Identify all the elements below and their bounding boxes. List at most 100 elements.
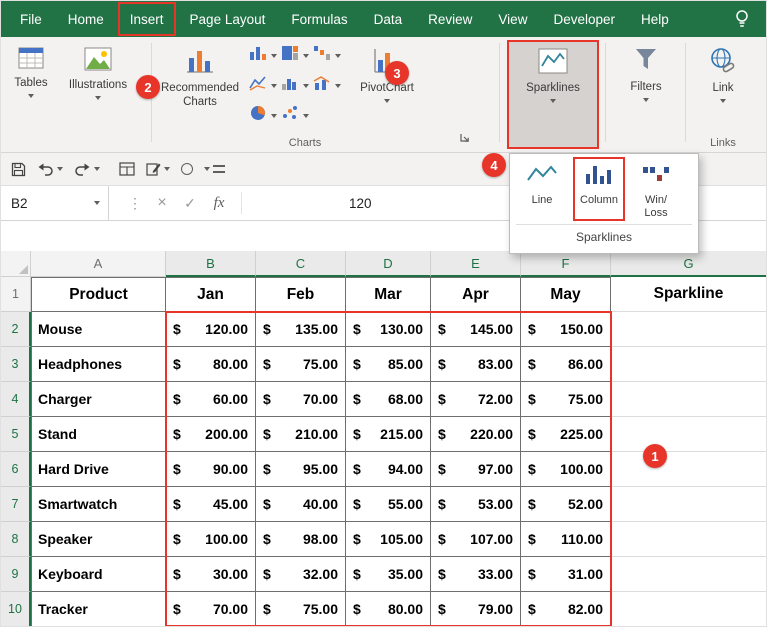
sparkline-cell[interactable]: [611, 522, 766, 557]
row-number[interactable]: 9: [1, 557, 31, 592]
row-number[interactable]: 4: [1, 382, 31, 417]
amount-cell[interactable]: $75.00: [256, 347, 346, 382]
row-number[interactable]: 8: [1, 522, 31, 557]
enter-icon[interactable]: ✓: [179, 186, 201, 220]
amount-cell[interactable]: $105.00: [346, 522, 431, 557]
row-number[interactable]: 3: [1, 347, 31, 382]
amount-cell[interactable]: $97.00: [431, 452, 521, 487]
insert-waterfall-chart-button[interactable]: [313, 45, 341, 66]
amount-cell[interactable]: $68.00: [346, 382, 431, 417]
amount-cell[interactable]: $83.00: [431, 347, 521, 382]
amount-cell[interactable]: $35.00: [346, 557, 431, 592]
row-number[interactable]: 1: [1, 277, 31, 312]
amount-cell[interactable]: $130.00: [346, 312, 431, 347]
product-cell[interactable]: Keyboard: [31, 557, 166, 592]
sparkline-cell[interactable]: [611, 312, 766, 347]
amount-cell[interactable]: $135.00: [256, 312, 346, 347]
amount-cell[interactable]: $53.00: [431, 487, 521, 522]
formula-bar-splitter[interactable]: ⋮: [125, 186, 145, 220]
tab-data[interactable]: Data: [361, 1, 416, 37]
header-cell-may[interactable]: May: [521, 277, 611, 312]
amount-cell[interactable]: $52.00: [521, 487, 611, 522]
tab-formulas[interactable]: Formulas: [278, 1, 360, 37]
amount-cell[interactable]: $80.00: [346, 592, 431, 627]
row-number[interactable]: 2: [1, 312, 31, 347]
product-cell[interactable]: Mouse: [31, 312, 166, 347]
pivotchart-button[interactable]: PivotChart: [349, 40, 425, 148]
tab-file[interactable]: File: [7, 1, 55, 37]
sparkline-cell[interactable]: [611, 382, 766, 417]
insert-line-chart-button[interactable]: [249, 75, 277, 96]
column-header-b[interactable]: B: [166, 251, 256, 277]
name-box[interactable]: B2: [1, 186, 109, 220]
tab-home[interactable]: Home: [55, 1, 117, 37]
amount-cell[interactable]: $70.00: [256, 382, 346, 417]
tables-button[interactable]: Tables: [5, 40, 57, 148]
qat-customize-button[interactable]: [204, 165, 225, 173]
amount-cell[interactable]: $98.00: [256, 522, 346, 557]
amount-cell[interactable]: $33.00: [431, 557, 521, 592]
amount-cell[interactable]: $120.00: [166, 312, 256, 347]
column-header-e[interactable]: E: [431, 251, 521, 277]
amount-cell[interactable]: $110.00: [521, 522, 611, 557]
cancel-icon[interactable]: ×: [151, 186, 173, 220]
column-header-d[interactable]: D: [346, 251, 431, 277]
sparkline-cell[interactable]: [611, 592, 766, 627]
header-cell-product[interactable]: Product: [31, 277, 166, 312]
tab-developer[interactable]: Developer: [540, 1, 628, 37]
amount-cell[interactable]: $86.00: [521, 347, 611, 382]
amount-cell[interactable]: $40.00: [256, 487, 346, 522]
amount-cell[interactable]: $31.00: [521, 557, 611, 592]
amount-cell[interactable]: $145.00: [431, 312, 521, 347]
amount-cell[interactable]: $32.00: [256, 557, 346, 592]
amount-cell[interactable]: $225.00: [521, 417, 611, 452]
undo-button[interactable]: [37, 162, 63, 176]
insert-statistic-chart-button[interactable]: [281, 75, 309, 96]
amount-cell[interactable]: $220.00: [431, 417, 521, 452]
product-cell[interactable]: Headphones: [31, 347, 166, 382]
column-header-g[interactable]: G: [611, 251, 766, 277]
sparkline-type-line[interactable]: Line: [518, 159, 566, 219]
amount-cell[interactable]: $94.00: [346, 452, 431, 487]
amount-cell[interactable]: $30.00: [166, 557, 256, 592]
recommended-charts-button[interactable]: Recommended Charts: [157, 40, 243, 148]
column-header-f[interactable]: F: [521, 251, 611, 277]
sparkline-cell[interactable]: [611, 347, 766, 382]
insert-combo-chart-button[interactable]: [313, 75, 341, 96]
select-all-corner[interactable]: [1, 251, 31, 277]
save-button[interactable]: [11, 162, 26, 177]
insert-pie-chart-button[interactable]: [249, 105, 277, 126]
link-button[interactable]: Link: [691, 40, 755, 148]
sparkline-type-winloss[interactable]: Win/ Loss: [632, 159, 680, 219]
insert-scatter-chart-button[interactable]: [281, 105, 309, 126]
header-cell-mar[interactable]: Mar: [346, 277, 431, 312]
row-number[interactable]: 10: [1, 592, 31, 627]
row-number[interactable]: 7: [1, 487, 31, 522]
header-cell-sparkline[interactable]: Sparkline: [611, 277, 766, 312]
tab-view[interactable]: View: [485, 1, 540, 37]
filters-button[interactable]: Filters: [613, 40, 679, 148]
row-number[interactable]: 6: [1, 452, 31, 487]
sparklines-button[interactable]: Sparklines: [507, 40, 599, 149]
redo-button[interactable]: [74, 162, 100, 176]
amount-cell[interactable]: $95.00: [256, 452, 346, 487]
amount-cell[interactable]: $150.00: [521, 312, 611, 347]
product-cell[interactable]: Hard Drive: [31, 452, 166, 487]
amount-cell[interactable]: $85.00: [346, 347, 431, 382]
insert-hierarchy-chart-button[interactable]: [281, 45, 309, 66]
amount-cell[interactable]: $82.00: [521, 592, 611, 627]
sparkline-cell[interactable]: [611, 557, 766, 592]
product-cell[interactable]: Stand: [31, 417, 166, 452]
amount-cell[interactable]: $75.00: [521, 382, 611, 417]
insert-column-chart-button[interactable]: [249, 45, 277, 66]
sparkline-cell[interactable]: [611, 487, 766, 522]
lightbulb-icon[interactable]: [718, 1, 766, 37]
product-cell[interactable]: Speaker: [31, 522, 166, 557]
amount-cell[interactable]: $215.00: [346, 417, 431, 452]
sparkline-cell[interactable]: [611, 452, 766, 487]
amount-cell[interactable]: $45.00: [166, 487, 256, 522]
product-cell[interactable]: Charger: [31, 382, 166, 417]
header-cell-apr[interactable]: Apr: [431, 277, 521, 312]
tab-insert[interactable]: Insert: [117, 1, 177, 37]
product-cell[interactable]: Smartwatch: [31, 487, 166, 522]
